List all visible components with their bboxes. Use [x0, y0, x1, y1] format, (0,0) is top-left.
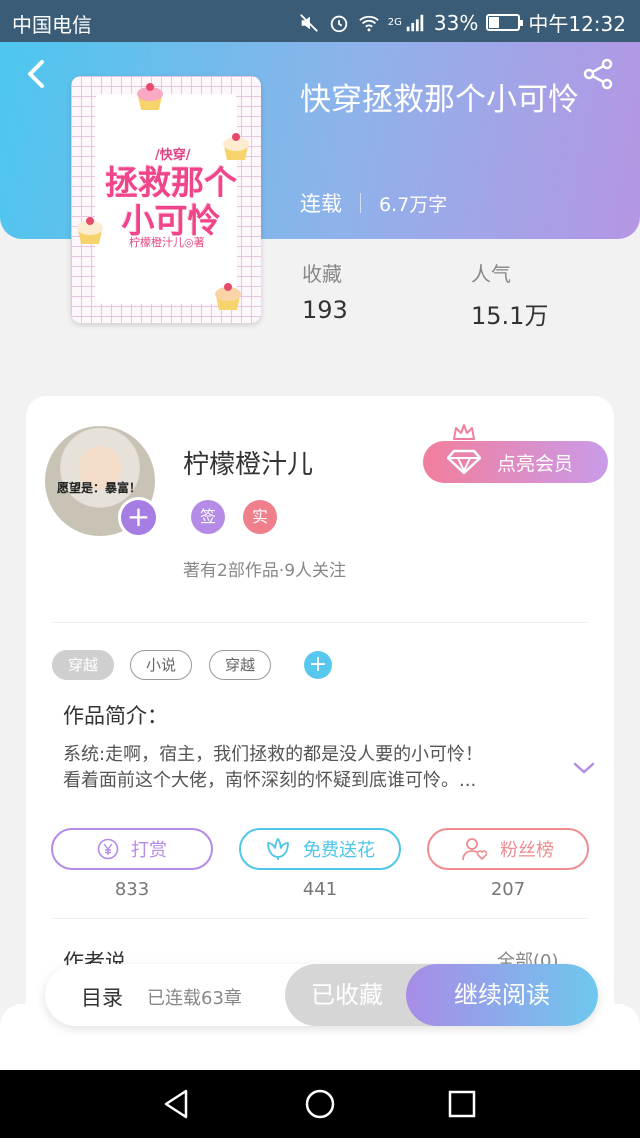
continue-reading-button[interactable]: 继续阅读 [406, 964, 598, 1026]
network-type-label: 2G [387, 17, 402, 28]
tag-chip[interactable]: 小说 [130, 650, 192, 680]
battery-icon [486, 14, 524, 31]
diamond-icon [447, 449, 481, 475]
flower-count: 441 [302, 879, 338, 900]
synopsis-line: 看着面前这个大佬，南怀深刻的怀疑到底谁可怜。... [63, 770, 477, 791]
wifi-icon [359, 15, 379, 31]
book-status: 连载 [300, 192, 342, 216]
table-of-contents-button[interactable]: 目录 [81, 982, 123, 1012]
synopsis-text: 系统:走啊，宿主，我们拯救的都是没人要的小可怜！ 看着面前这个大佬，南怀深刻的怀… [63, 742, 553, 794]
clock: 中午12:32 [528, 12, 626, 36]
signal-icon [406, 14, 424, 31]
nav-home-icon[interactable] [303, 1087, 337, 1121]
fan-ranking-label: 粉丝榜 [500, 840, 554, 861]
send-flower-button[interactable]: 免费送花 [239, 828, 401, 870]
chevron-down-icon[interactable] [572, 757, 596, 779]
fan-ranking-icon [462, 838, 488, 861]
add-tag-button[interactable]: + [304, 651, 332, 679]
cupcake-icon [215, 283, 241, 310]
tip-label: 打赏 [131, 840, 167, 861]
tip-count: 833 [114, 879, 150, 900]
author-stats: 著有2部作品·9人关注 [183, 561, 347, 581]
battery-fill [489, 17, 499, 28]
yen-coin-icon [97, 838, 119, 860]
tip-button[interactable]: 打赏 [51, 828, 213, 870]
book-cover[interactable]: /快穿/ 拯救那个小可怜 柠檬橙汁儿◎著 [71, 76, 261, 323]
tag-chip[interactable]: 穿越 [209, 650, 271, 680]
cover-title: 拯救那个小可怜 [105, 163, 237, 240]
avatar-caption: 愿望是：暴富！ [57, 481, 142, 495]
chapter-count: 已连载63章 [147, 988, 242, 1009]
system-nav-bar [0, 1070, 640, 1138]
bottom-action-bar: 目录 已连载63章 已收藏 继续阅读 [45, 964, 598, 1026]
mute-icon [299, 13, 318, 32]
crown-icon [453, 424, 475, 440]
book-meta: 连载 6.7万字 [300, 188, 447, 218]
nav-recents-icon[interactable] [445, 1087, 479, 1121]
cupcake-icon [137, 83, 163, 110]
follow-author-button[interactable]: + [118, 497, 159, 538]
popularity-label: 人气 [471, 262, 511, 286]
divider [52, 622, 588, 623]
book-title: 快穿拯救那个小可怜 [300, 82, 579, 118]
favorites-label: 收藏 [302, 262, 342, 286]
nav-back-icon[interactable] [160, 1087, 194, 1121]
status-bar: 中国电信 2G 33% 中午12:32 [0, 0, 640, 42]
cupcake-icon [77, 217, 103, 244]
fan-count: 207 [490, 879, 526, 900]
synopsis-title: 作品简介： [63, 704, 168, 728]
alarm-icon [330, 15, 348, 32]
divider [52, 918, 588, 919]
cover-author: 柠檬橙汁儿◎著 [129, 236, 205, 249]
vip-button-label: 点亮会员 [497, 452, 574, 475]
word-count: 6.7万字 [379, 193, 448, 216]
cover-genre-tag: /快穿/ [155, 148, 191, 163]
fan-ranking-button[interactable]: 粉丝榜 [427, 828, 589, 870]
favorites-count: 193 [302, 296, 348, 324]
tag-chip[interactable]: 穿越 [52, 650, 114, 680]
flower-icon [267, 838, 289, 860]
synopsis-line: 系统:走啊，宿主，我们拯救的都是没人要的小可怜！ [63, 744, 484, 765]
carrier-label: 中国电信 [12, 13, 92, 37]
send-flower-label: 免费送花 [303, 840, 375, 861]
vip-button[interactable]: 点亮会员 [423, 441, 608, 483]
popularity-count: 15.1万 [471, 302, 549, 330]
cupcake-icon [223, 133, 249, 160]
verified-badge: 实 [243, 500, 277, 534]
author-name[interactable]: 柠檬橙汁儿 [183, 444, 313, 481]
battery-percent: 33% [433, 10, 479, 35]
signed-badge: 签 [191, 500, 225, 534]
meta-divider [360, 193, 361, 213]
back-arrow-icon[interactable] [20, 56, 56, 92]
